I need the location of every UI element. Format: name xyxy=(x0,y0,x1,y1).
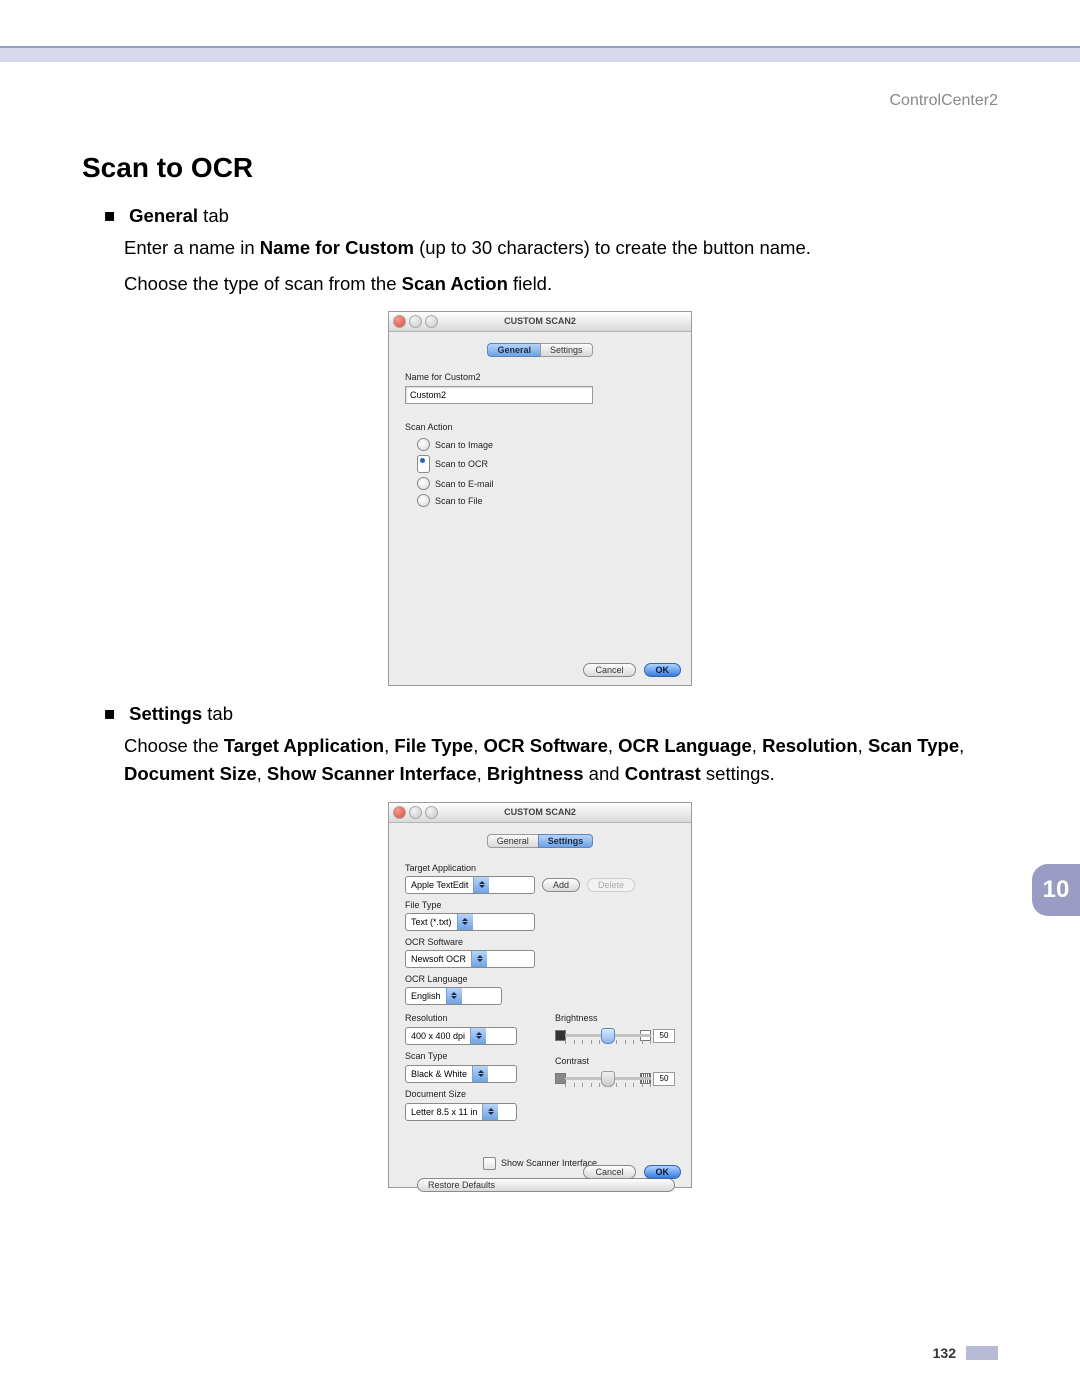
chevron-up-down-icon xyxy=(446,988,462,1004)
brightness-label: Brightness xyxy=(555,1013,675,1023)
screenshot-settings-dialog: CUSTOM SCAN2 General Settings Target App… xyxy=(388,802,692,1188)
checkbox-icon xyxy=(483,1157,496,1170)
ocr-language-label: OCR Language xyxy=(405,974,675,984)
zoom-icon[interactable] xyxy=(425,315,438,328)
slider-thumb[interactable] xyxy=(601,1071,615,1087)
window-titlebar: CUSTOM SCAN2 xyxy=(389,312,691,332)
chevron-up-down-icon xyxy=(470,1028,486,1044)
window-traffic-lights[interactable] xyxy=(393,806,438,819)
file-type-label: File Type xyxy=(405,900,675,910)
ok-button[interactable]: OK xyxy=(644,663,682,677)
cancel-button[interactable]: Cancel xyxy=(583,1165,635,1179)
ocr-software-select[interactable]: Newsoft OCR xyxy=(405,950,535,968)
chapter-tab: 10 xyxy=(1032,864,1080,916)
tab-segment: General Settings xyxy=(487,834,594,848)
chevron-up-down-icon xyxy=(471,951,487,967)
tab-general[interactable]: General xyxy=(487,343,540,357)
scan-type-label: Scan Type xyxy=(405,1051,535,1061)
delete-button: Delete xyxy=(587,878,635,892)
radio-scan-to-file[interactable]: Scan to File xyxy=(417,494,675,507)
name-for-custom-input[interactable] xyxy=(405,386,593,404)
bullet-icon: ■ xyxy=(104,700,124,728)
file-type-select[interactable]: Text (*.txt) xyxy=(405,913,535,931)
document-size-select[interactable]: Letter 8.5 x 11 in xyxy=(405,1103,517,1121)
ocr-software-label: OCR Software xyxy=(405,937,675,947)
scan-action-label: Scan Action xyxy=(405,422,675,432)
resolution-label: Resolution xyxy=(405,1013,535,1023)
contrast-value: 50 xyxy=(653,1072,675,1086)
general-para-1: Enter a name in Name for Custom (up to 3… xyxy=(124,234,998,262)
app-header-label: ControlCenter2 xyxy=(82,92,998,110)
restore-defaults-button[interactable]: Restore Defaults xyxy=(417,1178,675,1192)
document-size-label: Document Size xyxy=(405,1089,535,1099)
general-para-2: Choose the type of scan from the Scan Ac… xyxy=(124,270,998,298)
resolution-select[interactable]: 400 x 400 dpi xyxy=(405,1027,517,1045)
chevron-up-down-icon xyxy=(473,877,489,893)
general-tab-heading: ■ General tab xyxy=(104,202,998,230)
window-traffic-lights[interactable] xyxy=(393,315,438,328)
target-application-select[interactable]: Apple TextEdit xyxy=(405,876,535,894)
minimize-icon[interactable] xyxy=(409,806,422,819)
chevron-up-down-icon xyxy=(472,1066,488,1082)
minimize-icon[interactable] xyxy=(409,315,422,328)
window-title: CUSTOM SCAN2 xyxy=(504,316,576,326)
chevron-up-down-icon xyxy=(457,914,473,930)
tab-general[interactable]: General xyxy=(487,834,538,848)
bullet-icon: ■ xyxy=(104,202,124,230)
settings-tab-heading: ■ Settings tab xyxy=(104,700,998,728)
contrast-slider[interactable]: 50 xyxy=(555,1069,675,1093)
target-application-label: Target Application xyxy=(405,863,675,873)
tab-segment: General Settings xyxy=(487,343,592,357)
footer-accent-bar xyxy=(966,1346,998,1360)
page-number: 132 xyxy=(933,1345,956,1361)
tab-settings[interactable]: Settings xyxy=(540,343,593,357)
tab-settings[interactable]: Settings xyxy=(538,834,594,848)
scan-type-select[interactable]: Black & White xyxy=(405,1065,517,1083)
section-title: Scan to OCR xyxy=(82,152,998,184)
settings-para: Choose the Target Application, File Type… xyxy=(124,732,998,788)
close-icon[interactable] xyxy=(393,806,406,819)
brightness-slider[interactable]: 50 xyxy=(555,1026,675,1050)
radio-scan-to-image[interactable]: Scan to Image xyxy=(417,438,675,451)
close-icon[interactable] xyxy=(393,315,406,328)
zoom-icon[interactable] xyxy=(425,806,438,819)
ok-button[interactable]: OK xyxy=(644,1165,682,1179)
window-titlebar: CUSTOM SCAN2 xyxy=(389,803,691,823)
slider-thumb[interactable] xyxy=(601,1028,615,1044)
radio-scan-to-email[interactable]: Scan to E-mail xyxy=(417,477,675,490)
name-for-custom-label: Name for Custom2 xyxy=(405,372,675,382)
radio-scan-to-ocr[interactable]: Scan to OCR xyxy=(417,455,675,473)
cancel-button[interactable]: Cancel xyxy=(583,663,635,677)
window-title: CUSTOM SCAN2 xyxy=(504,807,576,817)
add-button[interactable]: Add xyxy=(542,878,580,892)
brightness-value: 50 xyxy=(653,1029,675,1043)
chevron-up-down-icon xyxy=(482,1104,498,1120)
ocr-language-select[interactable]: English xyxy=(405,987,502,1005)
contrast-label: Contrast xyxy=(555,1056,675,1066)
screenshot-general-dialog: CUSTOM SCAN2 General Settings Name for C… xyxy=(388,311,692,686)
